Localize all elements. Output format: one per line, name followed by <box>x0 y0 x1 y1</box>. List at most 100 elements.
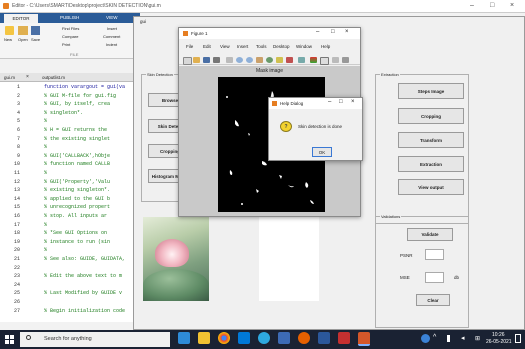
doc-tab-close-icon[interactable]: × <box>26 74 29 80</box>
figure-minimize-button[interactable]: – <box>316 29 319 35</box>
code-line[interactable]: 6 % H = GUI returns the <box>0 127 140 136</box>
firefox-icon[interactable] <box>298 332 310 344</box>
insert-button[interactable]: Insert <box>107 26 117 31</box>
mse-field[interactable] <box>425 272 444 283</box>
comment-button[interactable]: Comment <box>103 34 120 39</box>
indent-button[interactable]: Indent <box>106 42 117 47</box>
print-figure-icon[interactable] <box>213 57 220 63</box>
taskbar-search-box[interactable]: Search for anything <box>20 332 170 347</box>
store-icon[interactable] <box>238 332 250 344</box>
code-line[interactable]: 18 % *See GUI Options on <box>0 230 140 239</box>
brush-icon[interactable] <box>286 57 293 63</box>
code-line[interactable]: 27 % Begin initialization code <box>0 308 140 317</box>
extraction-button[interactable]: Extraction <box>398 156 464 172</box>
language-icon[interactable]: ⊞ <box>475 335 480 342</box>
cropping-button-right[interactable]: Cropping <box>398 108 464 124</box>
rotate-icon[interactable] <box>266 57 273 63</box>
pointer-icon[interactable] <box>226 57 233 63</box>
code-line[interactable]: 2 % GUI M-file for gui.fig <box>0 93 140 102</box>
matlab-active-task-icon[interactable] <box>358 332 370 346</box>
tab-view[interactable]: VIEW <box>106 15 118 20</box>
code-area[interactable]: 1 function varargout = gui(va 2 % GUI M-fil… <box>0 82 140 322</box>
pan-icon[interactable] <box>256 57 263 63</box>
link-icon[interactable] <box>298 57 305 63</box>
menu-file[interactable]: File <box>186 44 193 49</box>
clear-button[interactable]: Clear <box>416 294 450 306</box>
code-line[interactable]: 8% <box>0 144 140 153</box>
new-figure-icon[interactable] <box>183 57 192 65</box>
new-file-icon[interactable] <box>5 26 14 35</box>
maximize-button[interactable]: □ <box>490 2 494 9</box>
steps-image-button[interactable]: Steps Image <box>398 83 464 99</box>
tab-publish[interactable]: PUBLISH <box>60 15 79 20</box>
hide-tools-icon[interactable] <box>332 57 339 63</box>
task-view-icon[interactable] <box>178 332 190 344</box>
menu-edit[interactable]: Edit <box>203 44 211 49</box>
chrome-icon[interactable] <box>218 332 230 344</box>
save-figure-icon[interactable] <box>203 57 210 63</box>
minimize-button[interactable]: – <box>470 2 474 9</box>
code-line[interactable]: 21 % See also: GUIDE, GUIDATA, <box>0 256 140 265</box>
file-explorer-icon[interactable] <box>198 332 210 344</box>
matlab-task-icon[interactable] <box>278 332 290 344</box>
code-line[interactable]: 23 % Edit the above text to m <box>0 273 140 282</box>
code-line[interactable]: 15 % unrecognized propert <box>0 204 140 213</box>
figure-maximize-button[interactable]: □ <box>331 29 335 35</box>
tray-chevron-icon[interactable]: ^ <box>433 334 436 341</box>
menu-view[interactable]: View <box>220 44 230 49</box>
transform-button[interactable]: Transform <box>398 132 464 148</box>
code-line[interactable]: 7 % the existing singlet <box>0 136 140 145</box>
psnr-field[interactable] <box>425 249 444 260</box>
zoom-in-icon[interactable] <box>236 57 243 63</box>
code-line[interactable]: 17% <box>0 222 140 231</box>
code-line[interactable]: 11% <box>0 170 140 179</box>
menu-tools[interactable]: Tools <box>256 44 267 49</box>
menu-insert[interactable]: Insert <box>237 44 248 49</box>
menu-window[interactable]: Window <box>296 44 312 49</box>
legend-icon[interactable] <box>320 57 329 65</box>
compare-button[interactable]: Compare <box>62 34 78 39</box>
code-line[interactable]: 3 % GUI, by itself, crea <box>0 101 140 110</box>
help-dialog-ok-button[interactable]: OK <box>312 147 332 157</box>
code-line[interactable]: 10 % function named CALLB <box>0 161 140 170</box>
app-task-icon[interactable] <box>338 332 350 344</box>
open-file-icon[interactable] <box>193 57 200 63</box>
menu-desktop[interactable]: Desktop <box>273 44 290 49</box>
code-line[interactable]: 13 % existing singleton*. <box>0 187 140 196</box>
code-line[interactable]: 5% <box>0 118 140 127</box>
colorbar-icon[interactable] <box>310 57 317 63</box>
open-folder-icon[interactable] <box>18 26 28 35</box>
print-button[interactable]: Print <box>62 42 70 47</box>
help-dialog-maximize-button[interactable]: □ <box>339 99 343 105</box>
menu-help[interactable]: Help <box>321 44 330 49</box>
code-line[interactable]: 16 % stop. All inputs ar <box>0 213 140 222</box>
code-line[interactable]: 9 % GUI('CALLBACK',hObje <box>0 153 140 162</box>
code-line[interactable]: 20% <box>0 247 140 256</box>
code-line[interactable]: 12 % GUI('Property','Valu <box>0 179 140 188</box>
notifications-icon[interactable] <box>515 334 521 343</box>
taskbar-time[interactable]: 10:26 <box>492 332 505 338</box>
code-line[interactable]: 22 <box>0 265 140 274</box>
zoom-out-icon[interactable] <box>246 57 253 63</box>
word-icon[interactable] <box>318 332 330 344</box>
tab-editor[interactable]: EDITOR <box>4 14 38 23</box>
data-cursor-icon[interactable] <box>276 57 283 63</box>
close-button[interactable]: × <box>510 2 514 9</box>
find-files-button[interactable]: Find Files <box>62 26 79 31</box>
network-icon[interactable] <box>447 335 450 342</box>
doc-tab-gui[interactable]: gui.m <box>4 75 15 80</box>
view-output-button[interactable]: View output <box>398 179 464 195</box>
save-icon[interactable] <box>31 26 40 35</box>
code-line[interactable]: 19 % instance to run (sin <box>0 239 140 248</box>
code-line[interactable]: 24 <box>0 282 140 291</box>
code-line[interactable]: 25 % Last Modified by GUIDE v <box>0 290 140 299</box>
code-line[interactable]: 4 % singleton*. <box>0 110 140 119</box>
volume-icon[interactable]: ◂ <box>461 334 465 342</box>
code-line[interactable]: 14 % applied to the GUI b <box>0 196 140 205</box>
figure-close-button[interactable]: × <box>345 29 349 35</box>
start-button[interactable] <box>5 335 14 344</box>
taskbar-date[interactable]: 26-05-2021 <box>486 339 512 345</box>
help-dialog-minimize-button[interactable]: – <box>328 99 331 105</box>
help-dialog-close-button[interactable]: × <box>351 99 355 105</box>
code-line[interactable]: 1 function varargout = gui(va <box>0 84 140 93</box>
